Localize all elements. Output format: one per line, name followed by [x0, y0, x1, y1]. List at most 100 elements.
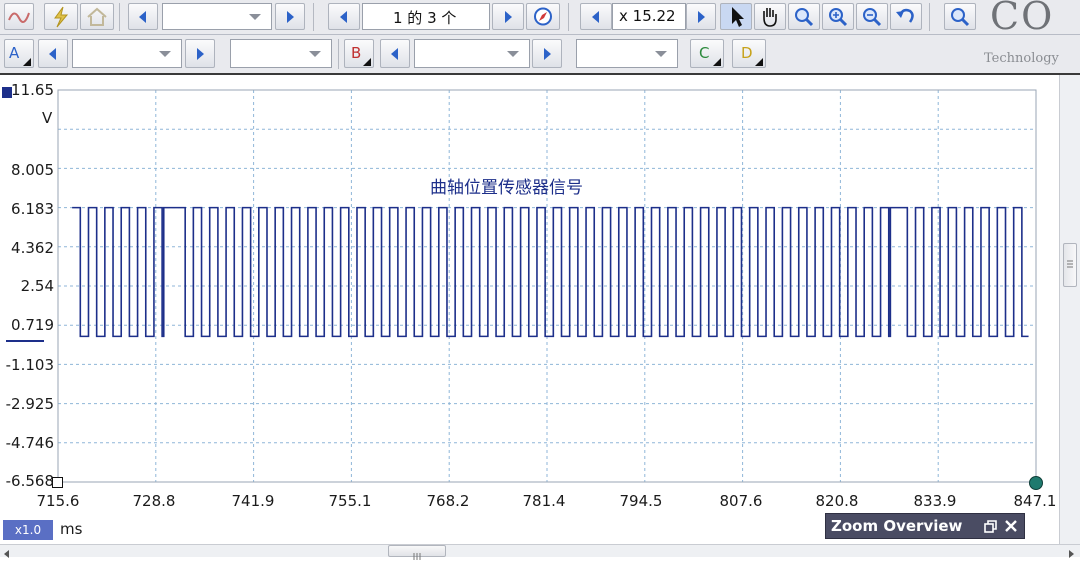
vertical-scroll-thumb[interactable] [1063, 243, 1077, 287]
channel-b-range-select[interactable] [414, 39, 530, 68]
compass-icon[interactable] [526, 3, 560, 30]
dropdown-corner-icon [713, 58, 721, 66]
channel-b-button[interactable]: B [344, 39, 374, 68]
arrow-left-icon [340, 11, 347, 23]
chevron-down-icon [249, 14, 261, 20]
channel-b-prev-button[interactable] [380, 39, 410, 68]
x-unit-label: ms [60, 520, 83, 538]
scroll-left-arrow-icon[interactable] [0, 545, 14, 558]
prev-capture-button[interactable] [128, 3, 158, 30]
y-tick-label: 11.65 [11, 81, 54, 99]
page-counter: 1 的 3 个 [393, 9, 457, 27]
close-icon[interactable] [1004, 519, 1018, 533]
arrow-right-icon [544, 48, 551, 60]
next-page-button[interactable] [492, 3, 524, 30]
prev-page-button[interactable] [328, 3, 360, 30]
channel-a-label: A [9, 44, 20, 62]
home-icon[interactable] [80, 3, 114, 30]
brand-logo: CO [990, 0, 1055, 38]
zoom-overview-title: Zoom Overview [831, 517, 963, 535]
vertical-scrollbar[interactable] [1059, 75, 1080, 544]
channel-toolbar: A B C D Technology [0, 35, 1080, 75]
dropdown-corner-icon [23, 58, 31, 66]
trigger-icon[interactable] [4, 3, 34, 30]
brand-subtitle: Technology [984, 51, 1059, 66]
arrow-left-icon [49, 48, 56, 60]
scope-plot[interactable]: 11.65 V 8.005 6.183 4.362 2.54 0.719 -1.… [0, 75, 1059, 544]
x-tick-label: 741.9 [231, 492, 275, 510]
series-line-channel-a [72, 206, 1029, 338]
dropdown-corner-icon [363, 58, 371, 66]
y-tick-label: 0.719 [11, 316, 54, 334]
channel-a-coupling-select[interactable] [230, 39, 332, 68]
arrow-left-icon [592, 11, 599, 23]
waveform-title: 曲轴位置传感器信号 [430, 178, 583, 198]
y-tick-label: 2.54 [20, 277, 54, 295]
y-unit-label: V [42, 109, 53, 127]
time-multiplier-badge[interactable]: x1.0 [3, 520, 53, 540]
y-tick-label: -2.925 [5, 395, 54, 413]
trigger-marker[interactable] [1029, 476, 1043, 490]
y-tick-label: -4.746 [5, 434, 54, 452]
x-tick-label: 794.5 [619, 492, 663, 510]
x-tick-label: 768.2 [426, 492, 470, 510]
dropdown-corner-icon [755, 58, 763, 66]
chevron-down-icon [159, 51, 171, 57]
x-tick-label: 755.1 [328, 492, 372, 510]
undo-zoom-icon[interactable] [890, 3, 922, 30]
channel-a-range-select[interactable] [72, 39, 182, 68]
channel-a-button[interactable]: A [4, 39, 34, 68]
grip-icon [1067, 260, 1073, 268]
restore-icon[interactable] [984, 520, 998, 534]
next-capture-button[interactable] [275, 3, 305, 30]
zoom-out-icon[interactable] [856, 3, 888, 30]
time-multiplier: x1.0 [14, 523, 42, 537]
chevron-down-icon [655, 51, 667, 57]
channel-a-next-button[interactable] [185, 39, 215, 68]
horizontal-scroll-thumb[interactable] [388, 545, 446, 560]
arrow-right-icon [197, 48, 204, 60]
channel-b-next-button[interactable] [532, 39, 562, 68]
channel-a-prev-button[interactable] [38, 39, 68, 68]
channel-c-button[interactable]: C [690, 39, 724, 68]
y-tick-label: -1.103 [5, 356, 54, 374]
channel-zero-marker[interactable] [6, 340, 44, 342]
y-tick-label: 6.183 [11, 200, 54, 218]
pointer-tool-icon[interactable] [720, 3, 752, 30]
channel-d-label: D [741, 44, 753, 62]
zoom-fit-icon[interactable] [788, 3, 820, 30]
x-tick-label: 820.8 [815, 492, 859, 510]
x-tick-label: 807.6 [719, 492, 763, 510]
zoom-100-icon[interactable] [944, 3, 976, 30]
arrow-left-icon [139, 11, 146, 23]
zoom-prev-button[interactable] [580, 3, 612, 30]
arrow-right-icon [287, 11, 294, 23]
channel-b-coupling-select[interactable] [576, 39, 678, 68]
arrow-right-icon [505, 11, 512, 23]
x-tick-label: 833.9 [913, 492, 957, 510]
x-tick-label: 715.6 [36, 492, 80, 510]
x-tick-label: 728.8 [132, 492, 176, 510]
page-counter-field[interactable]: 1 的 3 个 [362, 3, 490, 30]
zoom-next-button[interactable] [686, 3, 716, 30]
arrow-left-icon [391, 48, 398, 60]
hand-tool-icon[interactable] [754, 3, 786, 30]
channel-b-label: B [351, 44, 362, 62]
grip-icon [413, 553, 421, 560]
waveform-canvas[interactable] [0, 75, 1059, 544]
zoom-value-field[interactable]: x 15.22 [612, 3, 686, 30]
scroll-right-arrow-icon[interactable] [1064, 545, 1078, 558]
ruler-handle-bottom[interactable] [52, 477, 63, 488]
lightning-icon[interactable] [44, 3, 78, 30]
zoom-in-icon[interactable] [822, 3, 854, 30]
arrow-right-icon [698, 11, 705, 23]
channel-d-button[interactable]: D [732, 39, 766, 68]
chevron-down-icon [507, 51, 519, 57]
zoom-overview-panel[interactable]: Zoom Overview [825, 513, 1025, 539]
chevron-down-icon [309, 51, 321, 57]
zoom-value: x 15.22 [619, 7, 676, 25]
horizontal-scrollbar[interactable] [0, 544, 1080, 560]
main-toolbar: 1 的 3 个 x 15.22 CO [0, 0, 1080, 38]
capture-select[interactable] [162, 3, 272, 30]
x-tick-label: 781.4 [522, 492, 566, 510]
